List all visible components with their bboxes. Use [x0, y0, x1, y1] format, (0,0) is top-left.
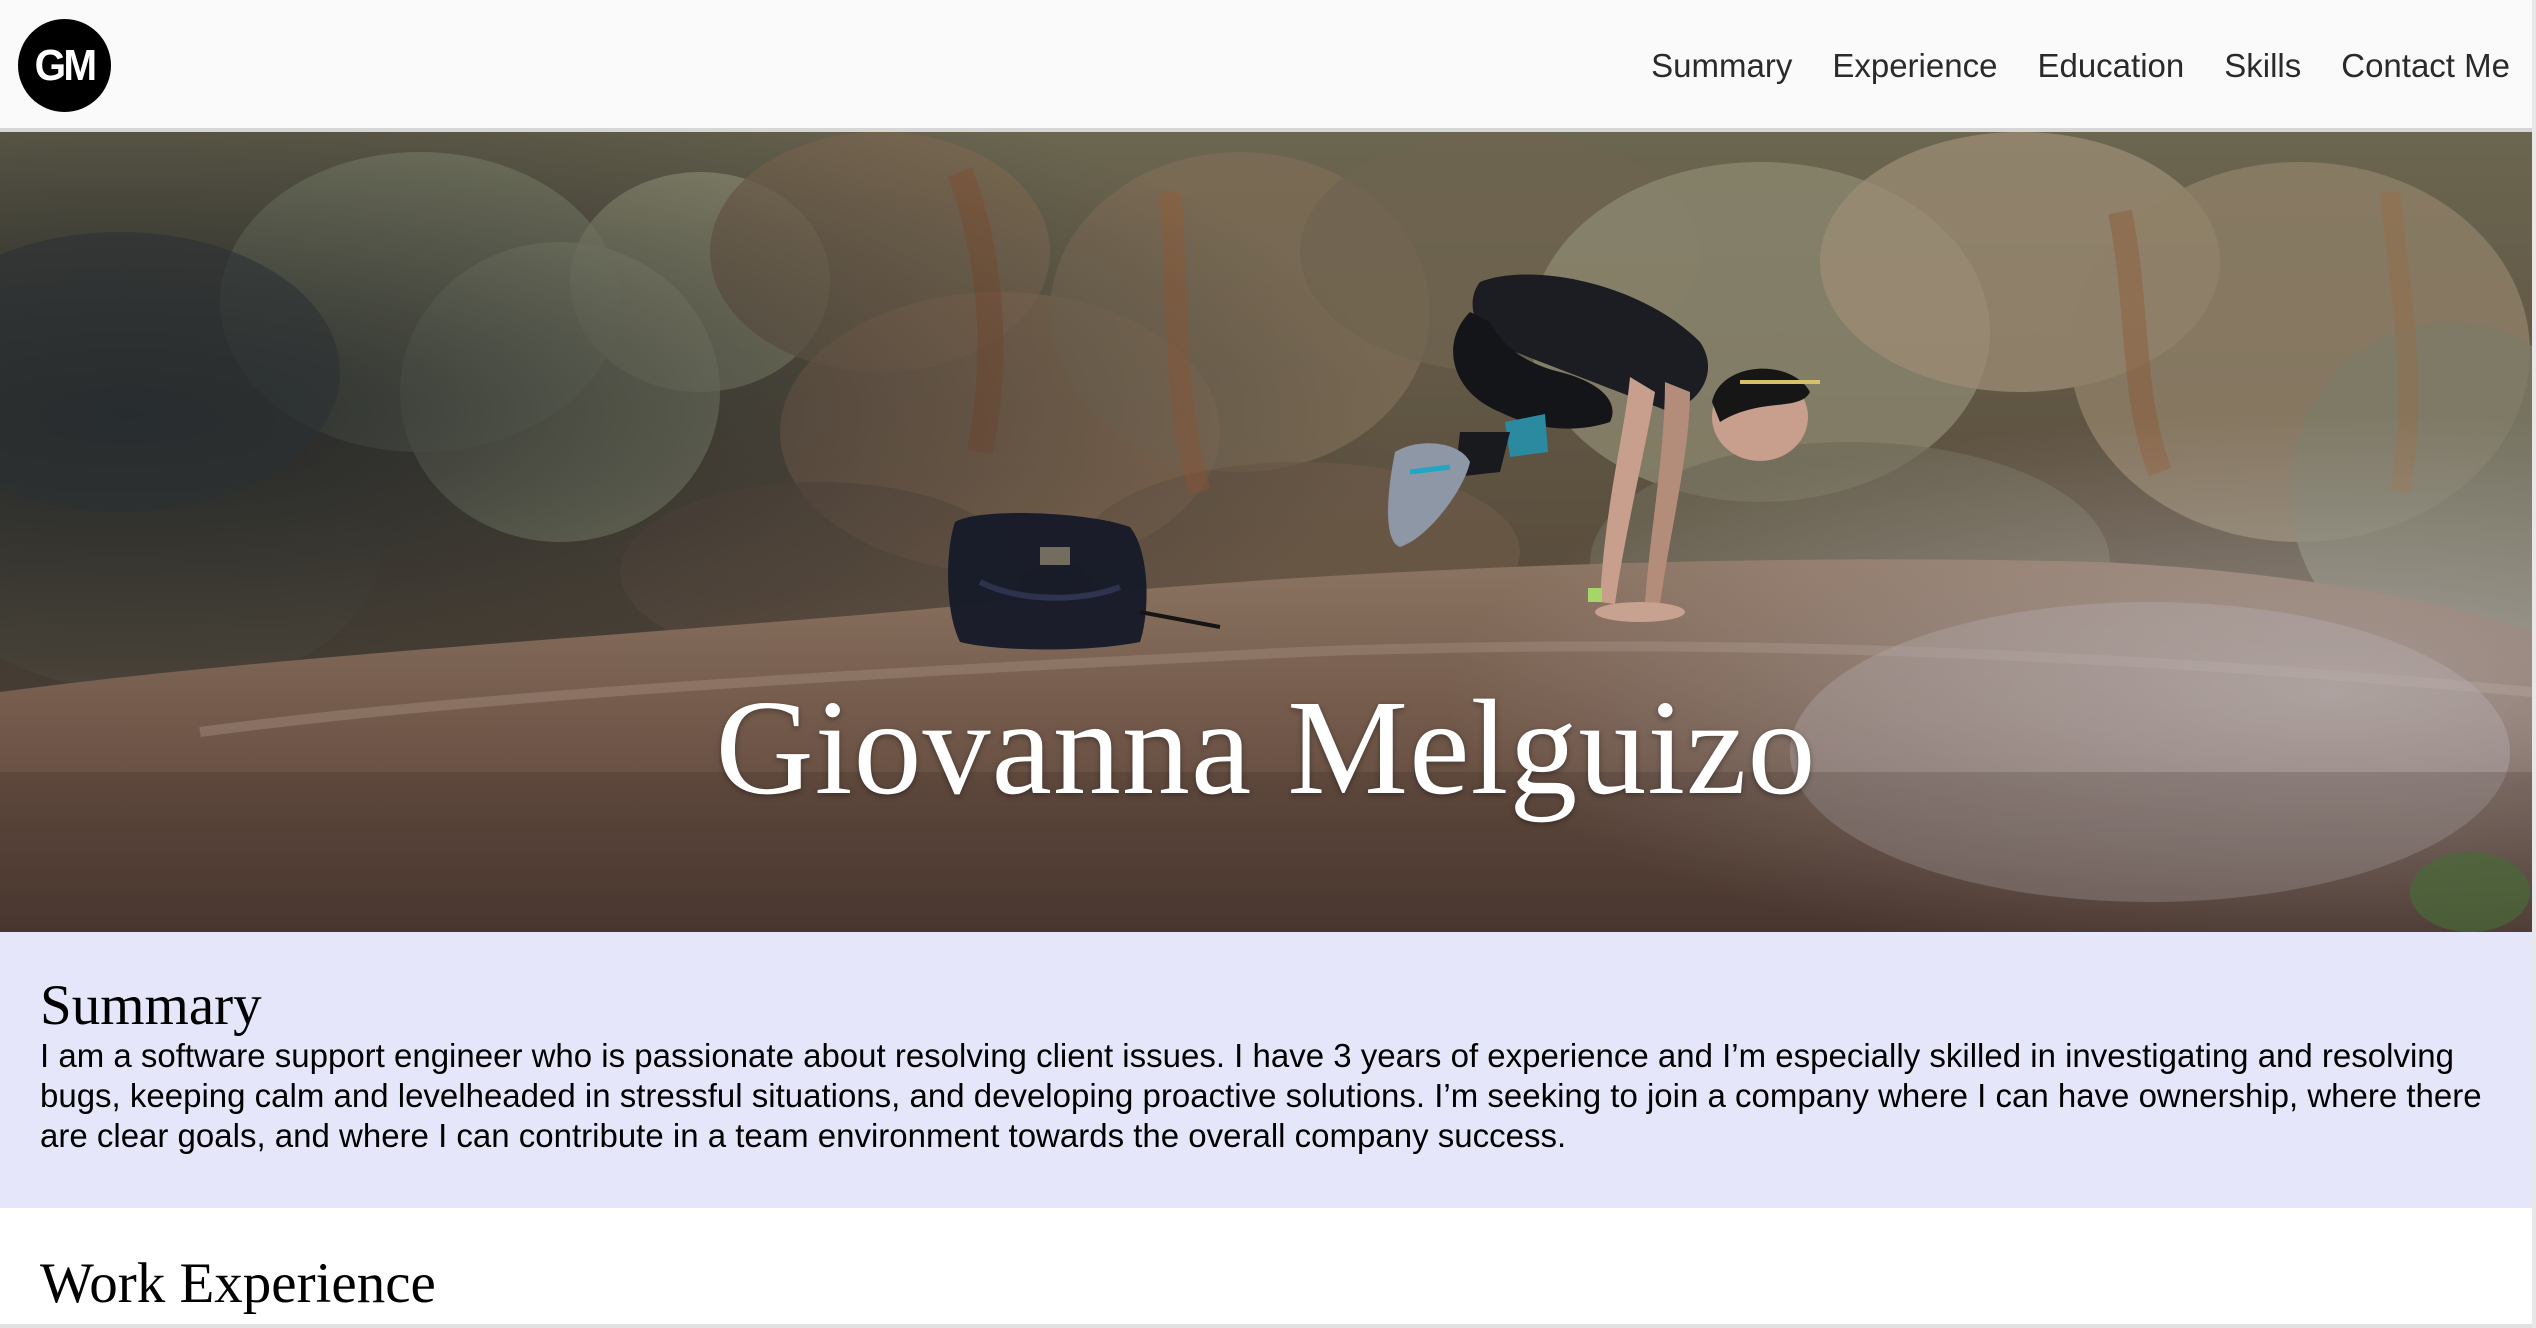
- nav-link-education[interactable]: Education: [2037, 47, 2184, 85]
- main-nav: Summary Experience Education Skills Cont…: [1611, 0, 2510, 132]
- nav-link-contact-me[interactable]: Contact Me: [2341, 47, 2510, 85]
- site-header: GM Summary Experience Education Skills C…: [0, 0, 2532, 132]
- logo[interactable]: GM: [18, 19, 111, 112]
- nav-link-skills[interactable]: Skills: [2224, 47, 2301, 85]
- summary-section: Summary I am a software support engineer…: [0, 932, 2532, 1208]
- logo-text: GM: [34, 40, 97, 90]
- summary-heading: Summary: [40, 974, 262, 1037]
- work-experience-section: Work Experience: [0, 1208, 2532, 1328]
- nav-link-experience[interactable]: Experience: [1832, 47, 1997, 85]
- hero-title: Giovanna Melguizo: [715, 673, 1817, 823]
- summary-text: I am a software support engineer who is …: [40, 1037, 2482, 1154]
- hero-banner: Giovanna Melguizo: [0, 132, 2532, 932]
- work-experience-heading: Work Experience: [40, 1252, 436, 1315]
- right-gutter: [2532, 0, 2536, 1328]
- bottom-divider: [0, 1324, 2532, 1328]
- nav-link-summary[interactable]: Summary: [1651, 47, 1792, 85]
